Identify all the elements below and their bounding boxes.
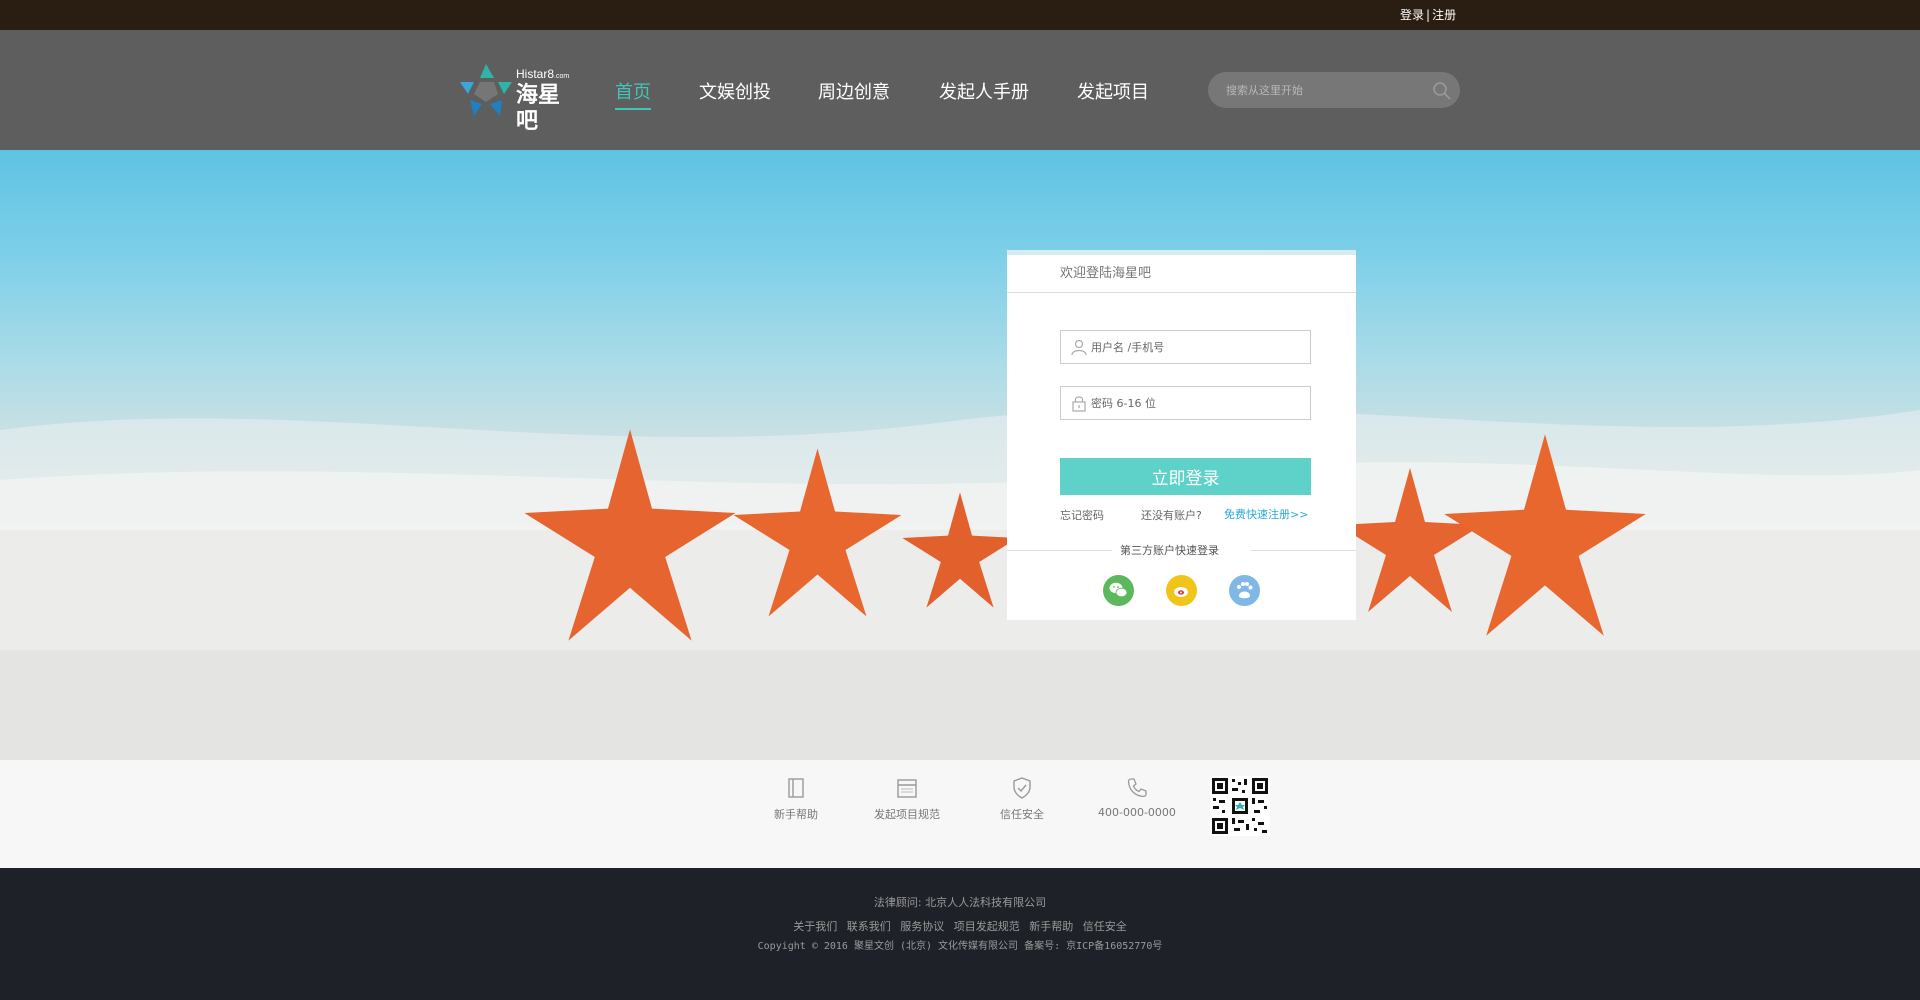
help-link[interactable]: 新手帮助 xyxy=(774,776,818,822)
help-link-label: 新手帮助 xyxy=(774,808,818,821)
starfish-image xyxy=(1444,434,1646,636)
book-icon xyxy=(788,778,804,798)
starfish-image xyxy=(733,448,902,617)
qr-code-image xyxy=(1210,776,1270,836)
username-input[interactable] xyxy=(1091,338,1301,356)
site-footer: 法律顾问: 北京人人法科技有限公司 关于我们 联系我们 服务协议 项目发起规范 … xyxy=(0,868,1920,1000)
copyright-text: Copyight © 2016 聚星文创 (北京) 文化传媒有限公司 备案号: … xyxy=(757,941,1163,952)
search-box xyxy=(1208,72,1460,108)
third-party-divider: 第三方账户快速登录 xyxy=(1007,542,1356,558)
phone-link[interactable]: 400-000-0000 xyxy=(1098,776,1176,819)
username-field xyxy=(1060,330,1311,364)
phone-number: 400-000-0000 xyxy=(1098,806,1176,819)
top-login-link[interactable]: 登录 xyxy=(1400,8,1424,22)
project-rules-label: 发起项目规范 xyxy=(874,808,940,821)
lock-icon xyxy=(1072,396,1086,412)
footer-link-help[interactable]: 新手帮助 xyxy=(1029,920,1073,933)
logo-text: Histar8.com 海星吧 xyxy=(516,68,578,135)
calendar-icon xyxy=(897,779,917,798)
forgot-password-link[interactable]: 忘记密码 xyxy=(1060,507,1104,523)
site-logo[interactable]: Histar8.com 海星吧 xyxy=(458,62,578,134)
nav-item-home[interactable]: 首页 xyxy=(615,78,651,110)
trust-safety-link[interactable]: 信任安全 xyxy=(1000,776,1044,822)
footer-link-terms[interactable]: 服务协议 xyxy=(900,920,944,933)
starfish-image xyxy=(524,429,736,641)
starfish-logo-icon xyxy=(460,64,512,116)
footer-service-links: 新手帮助 发起项目规范 信任安全 400-000-0000 xyxy=(0,760,1920,868)
login-button[interactable]: 立即登录 xyxy=(1060,458,1311,495)
logo-en: Histar8 xyxy=(516,67,555,81)
baidu-icon xyxy=(1237,582,1253,599)
link-separator: | xyxy=(1426,8,1431,22)
top-register-link[interactable]: 注册 xyxy=(1432,8,1456,22)
starfish-image xyxy=(902,492,1018,608)
wechat-icon xyxy=(1109,582,1128,598)
password-field xyxy=(1060,386,1311,420)
divider-line xyxy=(1007,550,1112,551)
legal-advisor: 法律顾问: 北京人人法科技有限公司 xyxy=(873,896,1047,909)
login-title: 欢迎登陆海星吧 xyxy=(1007,255,1356,293)
footer-nav: 关于我们 联系我们 服务协议 项目发起规范 新手帮助 信任安全 xyxy=(0,918,1920,934)
login-panel: 欢迎登陆海星吧 立即登录 忘记密码 还没有账户? 免费快速注册>> 第三方账户快… xyxy=(1007,250,1356,620)
weibo-login-button[interactable] xyxy=(1166,575,1197,606)
weibo-icon xyxy=(1174,587,1188,597)
baidu-login-button[interactable] xyxy=(1229,575,1260,606)
search-icon[interactable] xyxy=(1432,81,1452,101)
no-account-text: 还没有账户? xyxy=(1141,509,1202,522)
nav-item-creative-goods[interactable]: 周边创意 xyxy=(818,78,890,104)
user-icon xyxy=(1071,339,1087,356)
shield-icon xyxy=(1013,777,1031,799)
wechat-login-button[interactable] xyxy=(1103,575,1134,606)
trust-safety-label: 信任安全 xyxy=(1000,808,1044,821)
footer-link-about[interactable]: 关于我们 xyxy=(793,920,837,933)
nav-item-entertainment-invest[interactable]: 文娱创投 xyxy=(699,78,771,104)
site-header: Histar8.com 海星吧 首页 文娱创投 周边创意 发起人手册 发起项目 xyxy=(0,30,1920,150)
logo-en-suffix: .com xyxy=(554,73,570,80)
quick-register-link[interactable]: 免费快速注册>> xyxy=(1224,506,1308,522)
project-rules-link[interactable]: 发起项目规范 xyxy=(874,776,940,822)
footer-link-project-rules[interactable]: 项目发起规范 xyxy=(954,920,1020,933)
hero-banner xyxy=(0,150,1920,760)
nav-item-initiator-handbook[interactable]: 发起人手册 xyxy=(939,78,1029,104)
search-input[interactable] xyxy=(1226,80,1416,100)
nav-item-launch-project[interactable]: 发起项目 xyxy=(1077,78,1149,104)
password-input[interactable] xyxy=(1091,394,1301,412)
divider-line xyxy=(1251,550,1356,551)
third-party-label: 第三方账户快速登录 xyxy=(1120,544,1219,557)
logo-cn: 海星吧 xyxy=(516,83,561,134)
top-bar: 登录 | 注册 xyxy=(0,0,1920,30)
phone-icon xyxy=(1127,778,1147,798)
account-links: 登录 | 注册 xyxy=(1400,0,1456,30)
footer-link-contact[interactable]: 联系我们 xyxy=(847,920,891,933)
footer-link-trust[interactable]: 信任安全 xyxy=(1083,920,1127,933)
